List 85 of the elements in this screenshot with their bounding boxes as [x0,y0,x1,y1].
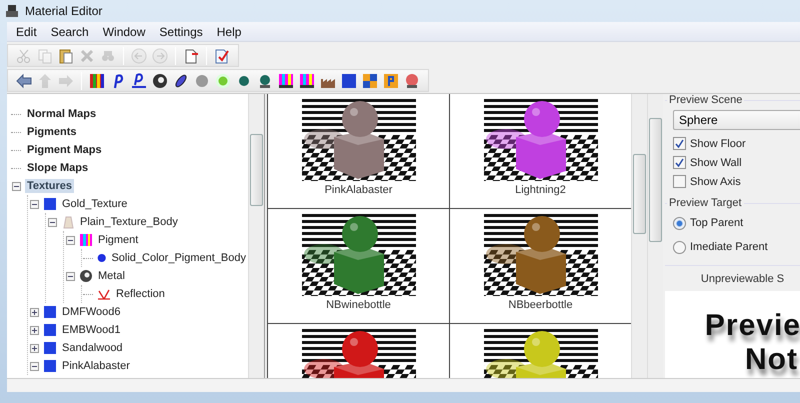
radio-label: Imediate Parent [690,241,768,253]
square-icon[interactable] [341,72,357,88]
preview-message: Not [745,343,798,377]
group-title: Preview Target [668,197,743,209]
collapse-icon[interactable] [30,200,38,208]
checkbox[interactable] [673,175,686,188]
square-icon [43,305,57,319]
material-card[interactable]: NBbeerbottle [450,209,631,323]
material-card[interactable]: NBwinebottle [268,209,449,323]
new-page-icon[interactable] [183,48,199,64]
checkbox-label: Show Floor [690,138,746,150]
menu-item[interactable]: Window [96,24,152,38]
checkbox[interactable] [673,156,686,169]
glowing-dot-icon[interactable] [215,72,231,88]
material-name: Lightning2 [515,184,566,196]
leaf-icon[interactable] [173,72,189,88]
tree-item[interactable]: Sandalwood [60,341,125,355]
collapse-icon[interactable] [12,182,20,190]
tree-item[interactable]: Reflection [114,287,167,301]
paste-icon[interactable] [58,48,74,64]
group-title: Preview Scene [668,94,744,106]
collapse-icon[interactable] [66,272,74,280]
tree-item[interactable]: Gold_Texture [60,197,130,211]
tree-item[interactable]: Pigment [96,233,140,247]
tree-item[interactable]: Solid_Color_Pigment_Body [109,251,248,265]
material-card[interactable]: Lightning2 [450,94,631,208]
status-note: Unpreviewable S [700,272,784,284]
square-icon [43,359,57,373]
collapse-icon[interactable] [66,236,74,244]
collapse-icon[interactable] [30,362,38,370]
expand-icon[interactable] [30,344,38,352]
pawn-icon[interactable] [257,72,273,88]
tree-item[interactable]: Normal Maps [25,107,98,121]
collapse-icon[interactable] [48,218,56,226]
menu-item[interactable]: Search [44,24,96,38]
checkbox[interactable] [673,137,686,150]
scrollbar[interactable] [647,94,663,378]
square-icon [43,323,57,337]
tree-item[interactable]: Textures [25,179,74,193]
checkbox-label: Show Axis [690,176,741,188]
tree-item[interactable]: DMFWood6 [60,305,122,319]
tree-item[interactable]: PinkAlabaster [60,359,132,373]
document-check-icon[interactable] [214,48,230,64]
tree-item[interactable]: Plain_Texture_Body [78,215,180,229]
tree-item[interactable]: Pigment Maps [25,143,104,157]
menu-item[interactable]: Help [210,24,248,38]
striped-square-icon[interactable] [278,72,294,88]
circle-icon [97,251,106,265]
app-icon [5,4,19,18]
square-icon [43,341,57,355]
tree-item[interactable]: Metal [96,269,127,283]
reflection-icon [97,287,111,301]
material-card[interactable]: PinkAlabaster [268,94,449,208]
expand-icon[interactable] [30,308,38,316]
scene-dropdown[interactable]: Sphere [673,110,800,130]
fabric-icon [61,215,75,229]
gear-icon[interactable] [152,72,168,88]
menu-item[interactable]: Settings [152,24,210,38]
material-name: NBbeerbottle [508,299,573,311]
menu-item[interactable]: Edit [9,24,44,38]
striped-square-icon[interactable] [299,72,315,88]
checkbox-label: Show Wall [690,156,742,168]
window-title: Material Editor [25,4,102,18]
striped-square-icon [79,233,93,247]
tree-item[interactable]: Pigments [25,125,79,139]
material-name: NBwinebottle [326,299,391,311]
scrollbar[interactable] [248,94,264,378]
back-arrow-icon[interactable] [16,72,32,88]
radio-button[interactable] [673,240,686,254]
radio-label: Top Parent [690,217,744,229]
gear-icon [79,269,93,283]
material-name: PinkAlabaster [324,184,392,196]
lamp-icon[interactable] [404,72,420,88]
rainbow-square-icon[interactable] [89,72,105,88]
checker-icon[interactable] [362,72,378,88]
radio-button[interactable] [673,216,686,230]
tree-item[interactable]: EMBWood1 [60,323,122,337]
sphere-icon[interactable] [194,72,210,88]
expand-icon[interactable] [30,326,38,334]
preview-message: Previe [704,309,800,343]
tree-item[interactable]: Slope Maps [25,161,90,175]
square-icon [43,197,57,211]
scrollbar[interactable] [631,94,647,378]
map-icon[interactable] [383,72,399,88]
loop-map-icon[interactable] [131,72,147,88]
